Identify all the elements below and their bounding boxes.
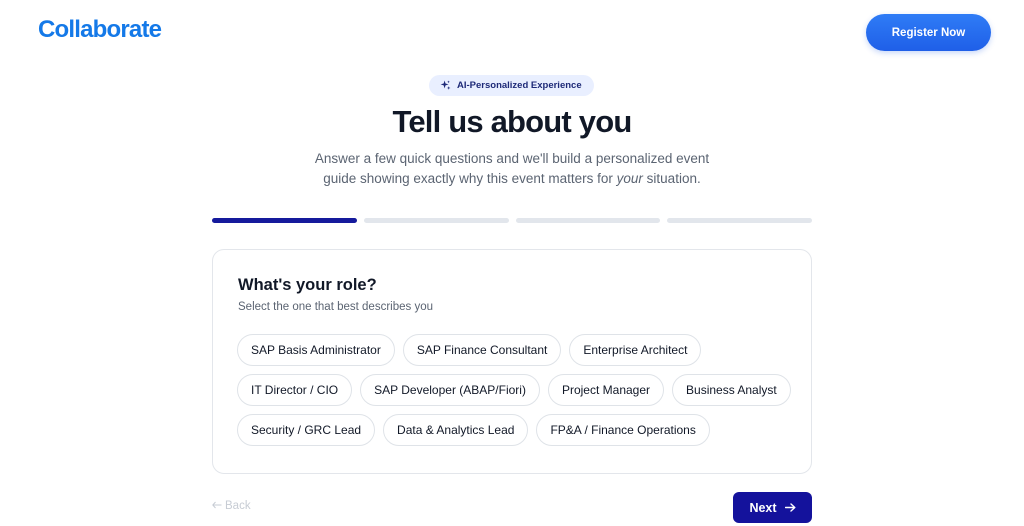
page-title: Tell us about you bbox=[392, 104, 632, 139]
question-helper-text: Select the one that best describes you bbox=[238, 301, 433, 313]
role-option[interactable]: FP&A / Finance Operations bbox=[536, 414, 710, 446]
subtitle-line-2-end: situation. bbox=[642, 170, 701, 186]
ai-personalized-badge: AI-Personalized Experience bbox=[429, 75, 594, 96]
back-button[interactable]: Back bbox=[212, 500, 251, 512]
role-option[interactable]: Security / GRC Lead bbox=[237, 414, 376, 446]
role-options-row: Security / GRC Lead Data & Analytics Lead… bbox=[237, 414, 797, 446]
progress-segment-1 bbox=[212, 218, 357, 223]
logo[interactable]: Collaborate bbox=[38, 16, 162, 44]
page: Collaborate Register Now AI-Personalized… bbox=[0, 0, 1024, 526]
role-question-card: What's your role? Select the one that be… bbox=[212, 249, 812, 474]
role-option[interactable]: Data & Analytics Lead bbox=[383, 414, 529, 446]
role-options-row: IT Director / CIO SAP Developer (ABAP/Fio… bbox=[237, 374, 797, 406]
role-option[interactable]: SAP Basis Administrator bbox=[237, 334, 395, 366]
page-subtitle: Answer a few quick questions and we'll b… bbox=[0, 149, 1024, 188]
question-title: What's your role? bbox=[238, 276, 377, 294]
sparkles-icon bbox=[440, 80, 451, 91]
role-option[interactable]: Project Manager bbox=[547, 374, 665, 406]
subtitle-line-1: Answer a few quick questions and we'll b… bbox=[314, 151, 710, 166]
role-option[interactable]: Business Analyst bbox=[672, 374, 791, 406]
progress-segment-4 bbox=[667, 218, 812, 223]
register-now-button[interactable]: Register Now bbox=[866, 14, 991, 51]
step-progress-bar bbox=[212, 218, 812, 223]
arrow-right-icon bbox=[784, 501, 796, 515]
role-option[interactable]: SAP Developer (ABAP/Fiori) bbox=[360, 374, 540, 406]
role-option[interactable]: SAP Finance Consultant bbox=[402, 334, 562, 366]
next-button[interactable]: Next bbox=[733, 492, 812, 523]
back-label: Back bbox=[225, 500, 251, 512]
progress-segment-2 bbox=[363, 218, 509, 223]
arrow-left-icon bbox=[212, 500, 222, 512]
subtitle-line-2-start: guide showing exactly why this event mat… bbox=[323, 170, 617, 186]
role-options-row: SAP Basis Administrator SAP Finance Consu… bbox=[237, 334, 797, 366]
subtitle-line-2: guide showing exactly why this event mat… bbox=[0, 169, 1024, 189]
next-label: Next bbox=[749, 500, 777, 515]
role-option[interactable]: Enterprise Architect bbox=[569, 334, 702, 366]
badge-label: AI-Personalized Experience bbox=[457, 80, 582, 91]
role-options: SAP Basis Administrator SAP Finance Consu… bbox=[237, 334, 797, 454]
subtitle-emphasis: your bbox=[616, 170, 643, 186]
progress-segment-3 bbox=[515, 218, 661, 223]
role-option[interactable]: IT Director / CIO bbox=[237, 374, 353, 406]
